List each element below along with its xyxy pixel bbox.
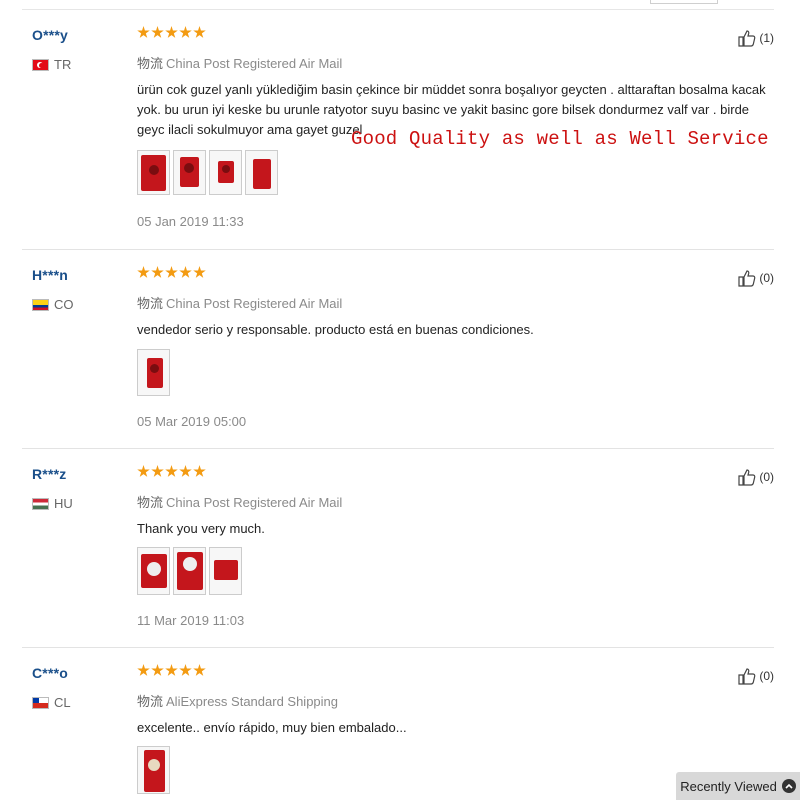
review-photos (137, 349, 170, 396)
shipping-value: AliExpress Standard Shipping (166, 694, 339, 709)
promo-annotation: Good Quality as well as Well Service (351, 128, 769, 150)
star-rating (137, 465, 206, 478)
shipping-label: 物流 (137, 694, 164, 709)
reviewer-country: TR (32, 57, 71, 72)
thumbs-up-icon (738, 668, 756, 685)
star-icon (179, 664, 192, 676)
review-item: R***z HU 物流 China Post Registered Air Mai… (22, 449, 774, 648)
review-photo-thumbnail[interactable] (173, 150, 206, 195)
helpful-count: (0) (759, 669, 774, 683)
helpful-count: (0) (759, 470, 774, 484)
reviewer-name[interactable]: H***n (32, 267, 68, 283)
shipping-method: 物流 China Post Registered Air Mail (137, 53, 342, 72)
review-photo-thumbnail[interactable] (209, 547, 242, 595)
thumbs-up-icon (738, 270, 756, 287)
shipping-value: China Post Registered Air Mail (166, 296, 343, 311)
star-icon (137, 266, 150, 278)
review-item: C***o CL 物流 AliExpress Standard Shipping … (22, 648, 774, 800)
shipping-label: 物流 (137, 56, 164, 71)
country-code: TR (54, 57, 72, 72)
shipping-label: 物流 (137, 296, 164, 311)
review-text: vendedor serio y responsable. producto e… (137, 322, 534, 337)
review-text: excelente.. envío rápido, muy bien embal… (137, 720, 407, 735)
star-icon (165, 266, 178, 278)
helpful-button[interactable]: (0) (737, 268, 774, 288)
reviewer-country: CO (32, 297, 74, 312)
star-icon (137, 26, 150, 38)
flag-tr-icon (32, 58, 49, 71)
helpful-button[interactable]: (1) (737, 28, 774, 48)
helpful-count: (0) (759, 271, 774, 285)
recently-viewed-tab[interactable]: Recently Viewed (676, 772, 800, 800)
review-photos (137, 150, 278, 195)
star-icon (151, 266, 164, 278)
shipping-value: China Post Registered Air Mail (166, 56, 343, 71)
helpful-count: (1) (759, 31, 774, 45)
star-icon (179, 266, 192, 278)
shipping-value: China Post Registered Air Mail (166, 495, 343, 510)
flag-cl-icon (32, 696, 49, 709)
star-icon (165, 664, 178, 676)
star-rating (137, 664, 206, 677)
review-photo-thumbnail[interactable] (173, 547, 206, 595)
recently-viewed-label: Recently Viewed (680, 778, 777, 794)
thumbs-up-icon (738, 30, 756, 47)
star-icon (193, 266, 206, 278)
review-photo-thumbnail[interactable] (209, 150, 242, 195)
flag-co-icon (32, 298, 49, 311)
review-item: H***n CO 物流 China Post Registered Air Mai… (22, 250, 774, 449)
shipping-label: 物流 (137, 495, 164, 510)
review-photos (137, 746, 170, 794)
thumbs-up-icon (738, 469, 756, 486)
star-icon (137, 664, 150, 676)
review-photo-thumbnail[interactable] (137, 349, 170, 396)
star-icon (151, 465, 164, 477)
star-icon (193, 465, 206, 477)
review-date: 11 Mar 2019 11:03 (137, 613, 245, 628)
country-code: CO (54, 297, 74, 312)
flag-hu-icon (32, 497, 49, 510)
reviewer-name[interactable]: R***z (32, 466, 66, 482)
review-date: 05 Mar 2019 05:00 (137, 414, 247, 429)
shipping-method: 物流 AliExpress Standard Shipping (137, 691, 338, 710)
review-photo-thumbnail[interactable] (137, 746, 170, 794)
star-icon (165, 26, 178, 38)
reviewer-country: HU (32, 496, 73, 511)
shipping-method: 物流 China Post Registered Air Mail (137, 492, 342, 511)
review-photos (137, 547, 242, 595)
helpful-button[interactable]: (0) (737, 666, 774, 686)
star-icon (151, 664, 164, 676)
country-code: CL (54, 695, 71, 710)
review-photo-thumbnail[interactable] (137, 547, 170, 595)
star-icon (193, 26, 206, 38)
reviewer-name[interactable]: O***y (32, 27, 68, 43)
chevron-up-icon (781, 779, 796, 793)
helpful-button[interactable]: (0) (737, 467, 774, 487)
star-icon (179, 26, 192, 38)
review-date: 05 Jan 2019 11:33 (137, 214, 244, 229)
star-icon (193, 664, 206, 676)
top-control-edge[interactable] (650, 0, 718, 4)
review-photo-thumbnail[interactable] (137, 150, 170, 195)
star-icon (151, 26, 164, 38)
reviewer-name[interactable]: C***o (32, 665, 68, 681)
star-rating (137, 26, 206, 39)
star-icon (137, 465, 150, 477)
star-rating (137, 266, 206, 279)
review-photo-thumbnail[interactable] (245, 150, 278, 195)
country-code: HU (54, 496, 73, 511)
reviewer-country: CL (32, 695, 71, 710)
shipping-method: 物流 China Post Registered Air Mail (137, 293, 342, 312)
star-icon (179, 465, 192, 477)
review-text: Thank you very much. (137, 521, 265, 536)
star-icon (165, 465, 178, 477)
